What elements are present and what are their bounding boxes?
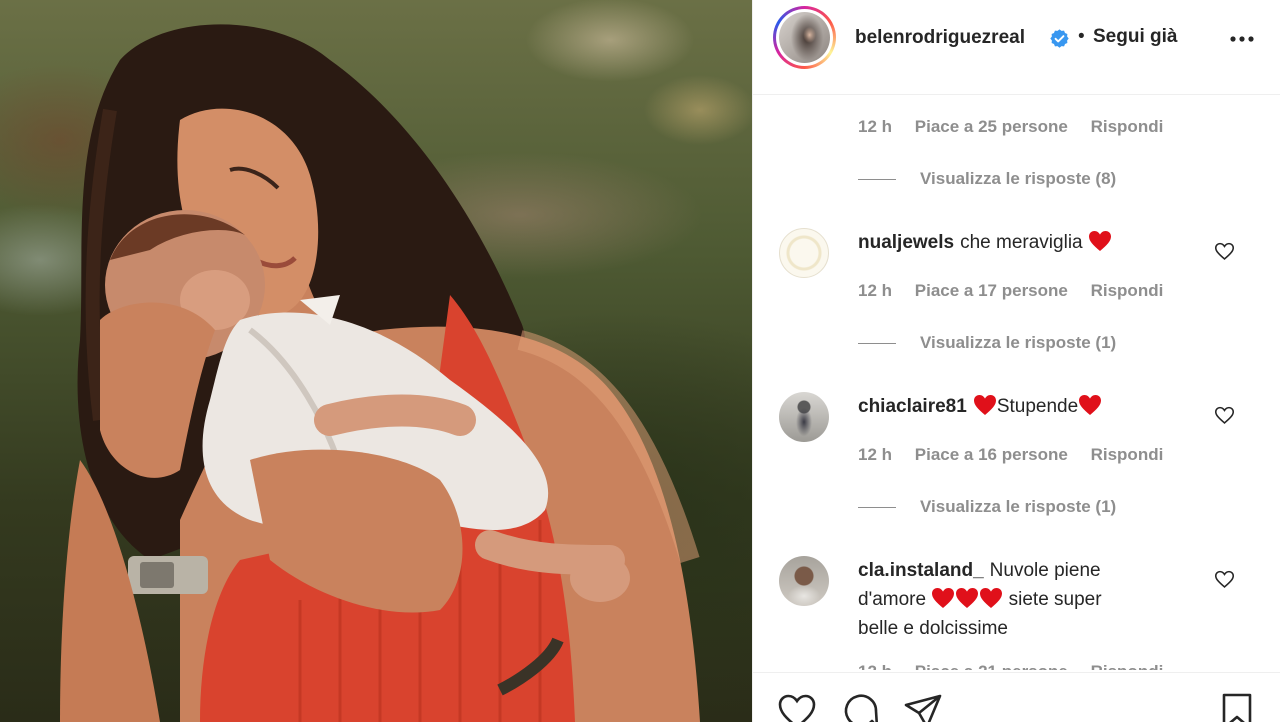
- header-username[interactable]: belenrodriguezreal: [855, 27, 1025, 49]
- comment-likes[interactable]: Piace a 17 persone: [915, 281, 1068, 300]
- profile-avatar[interactable]: [773, 6, 836, 69]
- comment-meta: 12 h Piace a 16 persone Rispondi: [858, 445, 1181, 465]
- heart-icon[interactable]: [777, 691, 817, 722]
- reply-button[interactable]: Rispondi: [1091, 281, 1164, 300]
- comment-text: cla.instaland_ Nuvole piene d'amore siete…: [858, 556, 1178, 643]
- comments-list[interactable]: 12 h Piace a 25 persone Rispondi Visuali…: [753, 96, 1280, 670]
- red-heart-emoji-icon: [980, 588, 1003, 608]
- reply-button[interactable]: Rispondi: [1091, 445, 1164, 464]
- comment-time: 12 h: [858, 117, 893, 136]
- comment-username[interactable]: nualjewels: [858, 232, 954, 253]
- comment-username[interactable]: cla.instaland_: [858, 560, 984, 581]
- following-button[interactable]: Segui già: [1093, 26, 1177, 48]
- view-replies-button[interactable]: Visualizza le risposte (8): [858, 169, 1116, 189]
- comment-meta: 12 h Piace a 25 persone Rispondi: [858, 117, 1181, 137]
- comment-avatar[interactable]: [779, 392, 829, 442]
- comment-time: 12 h: [858, 445, 893, 464]
- comment-time: 12 h: [858, 662, 892, 670]
- post-photo-illustration: [60, 24, 700, 722]
- like-comment-heart-icon[interactable]: [1214, 405, 1235, 426]
- view-replies-button[interactable]: Visualizza le risposte (1): [858, 497, 1116, 517]
- comment-meta: 12 h Piace a 17 persone Rispondi: [858, 281, 1181, 301]
- comment-avatar[interactable]: [779, 228, 829, 278]
- view-replies-label: Visualizza le risposte (1): [920, 497, 1117, 516]
- comments-panel: belenrodriguezreal • Segui già 12 h Piac…: [752, 0, 1280, 722]
- comment-body-line2-end: siete super: [1008, 589, 1102, 610]
- comment-text: nualjewels che meraviglia: [858, 228, 1178, 257]
- red-heart-emoji-icon: [1079, 395, 1102, 415]
- comment-likes[interactable]: Piace a 25 persone: [915, 117, 1068, 136]
- share-icon[interactable]: [903, 691, 943, 722]
- comment-body: Stupende: [996, 396, 1079, 417]
- view-replies-label: Visualizza le risposte (8): [920, 169, 1117, 188]
- save-icon[interactable]: [1217, 691, 1257, 722]
- comment-body: che meraviglia: [960, 232, 1083, 253]
- reply-button[interactable]: Rispondi: [1091, 662, 1164, 670]
- view-replies-label: Visualizza le risposte (1): [920, 333, 1117, 352]
- post-header: belenrodriguezreal • Segui già: [753, 0, 1280, 95]
- comment-avatar[interactable]: [779, 556, 829, 606]
- post-photo[interactable]: [0, 0, 752, 722]
- comment-username[interactable]: chiaclaire81: [858, 396, 967, 417]
- red-heart-emoji-icon: [956, 588, 979, 608]
- reply-button[interactable]: Rispondi: [1091, 117, 1164, 136]
- view-replies-button[interactable]: Visualizza le risposte (1): [858, 333, 1116, 353]
- comment-meta-partial: 12 h Piace a 21 persone Rispondi: [858, 662, 1181, 670]
- replies-divider: [858, 343, 896, 345]
- like-comment-heart-icon[interactable]: [1214, 569, 1235, 590]
- avatar-image: [779, 12, 830, 63]
- header-separator: •: [1078, 26, 1085, 47]
- replies-divider: [858, 507, 896, 509]
- comment-icon[interactable]: [841, 691, 881, 722]
- comment-body-line3: belle e dolcissime: [858, 618, 1008, 639]
- verified-icon: [1050, 29, 1069, 48]
- action-bar: [753, 672, 1280, 722]
- red-heart-emoji-icon: [973, 395, 996, 415]
- comment-body-line1: Nuvole piene: [989, 560, 1101, 581]
- comment-time: 12 h: [858, 281, 893, 300]
- comment-likes[interactable]: Piace a 16 persone: [915, 445, 1068, 464]
- comment-likes[interactable]: Piace a 21 persone: [915, 662, 1068, 670]
- replies-divider: [858, 179, 896, 181]
- comment-body-line2-start: d'amore: [858, 589, 927, 610]
- like-comment-heart-icon[interactable]: [1214, 241, 1235, 262]
- more-options-icon[interactable]: [1227, 24, 1257, 54]
- comment-text: chiaclaire81 Stupende: [858, 392, 1178, 421]
- red-heart-emoji-icon: [1088, 231, 1111, 251]
- red-heart-emoji-icon: [932, 588, 955, 608]
